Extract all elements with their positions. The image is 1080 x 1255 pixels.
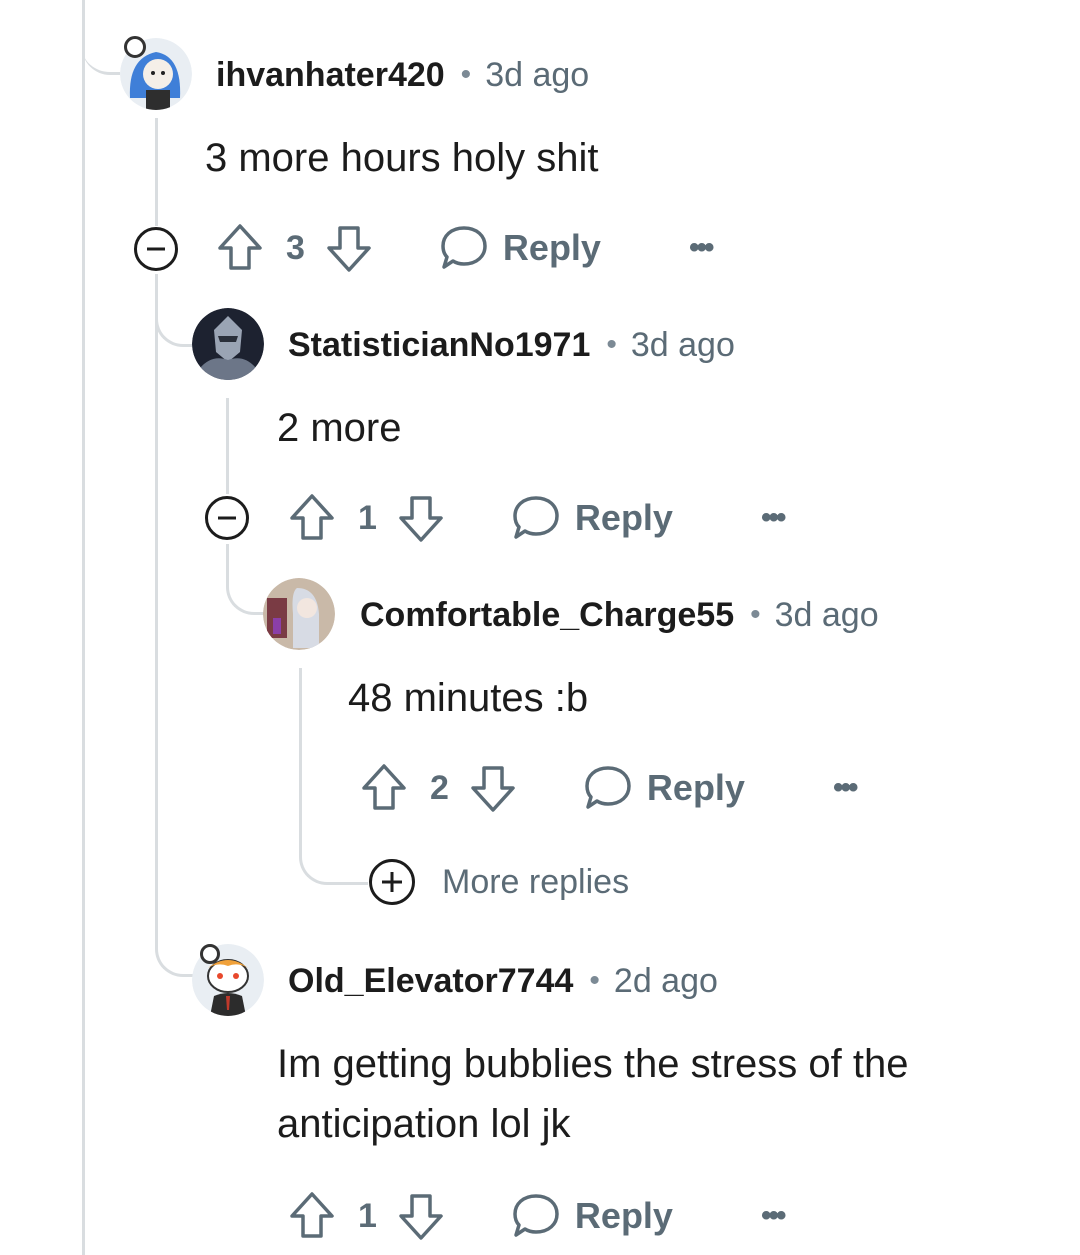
- timestamp: 3d ago: [774, 595, 879, 634]
- reply-label: Reply: [574, 497, 673, 538]
- thread-line-1b: [155, 274, 158, 934]
- avatar[interactable]: [263, 578, 335, 650]
- comment-body: 2 more: [277, 398, 402, 458]
- expand-plus-icon: [369, 859, 415, 905]
- comment-body: 3 more hours holy shit: [205, 128, 599, 188]
- comment-line: 3 more hours holy shit: [205, 136, 599, 180]
- downvote-icon[interactable]: [397, 1190, 445, 1242]
- thread-line-root: [82, 0, 85, 1255]
- reply-label: Reply: [646, 767, 745, 808]
- avatar[interactable]: [192, 308, 264, 380]
- comment-bubble-icon: [513, 496, 559, 539]
- reply-button[interactable]: Reply: [583, 764, 745, 812]
- timestamp: 3d ago: [485, 55, 590, 94]
- upvote-icon[interactable]: [288, 492, 336, 544]
- comment-bubble-icon: [513, 1194, 559, 1237]
- timestamp: 2d ago: [613, 961, 718, 1000]
- timestamp: 3d ago: [630, 325, 735, 364]
- upvote-icon[interactable]: [288, 1190, 336, 1242]
- thread-line-3: [299, 668, 302, 818]
- collapse-icon[interactable]: [133, 226, 179, 272]
- downvote-icon[interactable]: [325, 222, 373, 274]
- reply-button[interactable]: Reply: [511, 494, 673, 542]
- separator-dot: •: [606, 328, 617, 361]
- upvote-icon[interactable]: [360, 762, 408, 814]
- avatar-anime-girl: [263, 578, 335, 650]
- comment-bubble-icon: [585, 766, 631, 809]
- thread-line-2: [226, 398, 229, 494]
- username[interactable]: ihvanhater420: [216, 56, 445, 95]
- more-options-icon[interactable]: •••: [833, 771, 858, 805]
- thread-connector: [82, 30, 120, 75]
- more-options-icon[interactable]: •••: [761, 501, 786, 535]
- comment-body: 48 minutes :b: [348, 668, 588, 728]
- more-replies-button[interactable]: More replies: [368, 858, 629, 906]
- upvote-icon[interactable]: [216, 222, 264, 274]
- thread-line-1: [155, 118, 158, 226]
- reply-label: Reply: [574, 1195, 673, 1236]
- comment-body: Im getting bubblies the stress of the an…: [277, 1034, 908, 1154]
- vote-count: 1: [358, 498, 377, 537]
- antenna-icon: [124, 36, 146, 58]
- antenna-icon: [200, 944, 220, 964]
- comment-line: 48 minutes :b: [348, 676, 589, 720]
- comment-line: anticipation lol jk: [277, 1102, 571, 1146]
- more-options-icon[interactable]: •••: [689, 231, 714, 265]
- separator-dot: •: [460, 58, 472, 91]
- separator-dot: •: [750, 598, 761, 631]
- vote-count: 3: [286, 228, 305, 267]
- reply-button[interactable]: Reply: [511, 1192, 673, 1240]
- thread-connector: [155, 300, 194, 347]
- vote-count: 2: [430, 768, 449, 807]
- downvote-icon[interactable]: [469, 762, 517, 814]
- avatar-armored-knight: [192, 308, 264, 380]
- more-options-icon[interactable]: •••: [761, 1199, 786, 1233]
- downvote-icon[interactable]: [397, 492, 445, 544]
- comment-line: Im getting bubblies the stress of the: [277, 1042, 909, 1086]
- comment-bubble-icon: [441, 226, 487, 269]
- vote-count: 1: [358, 1196, 377, 1235]
- more-replies-label: More replies: [442, 862, 630, 901]
- username[interactable]: StatisticianNo1971: [288, 326, 590, 365]
- username[interactable]: Comfortable_Charge55: [360, 596, 734, 635]
- thread-connector: [226, 544, 265, 615]
- username[interactable]: Old_Elevator7744: [288, 962, 573, 1001]
- thread-connector: [299, 818, 368, 885]
- thread-connector: [155, 930, 194, 977]
- reply-label: Reply: [502, 227, 601, 268]
- collapse-icon[interactable]: [204, 495, 250, 541]
- comment-line: 2 more: [277, 406, 402, 450]
- separator-dot: •: [589, 964, 600, 997]
- reply-button[interactable]: Reply: [439, 224, 601, 272]
